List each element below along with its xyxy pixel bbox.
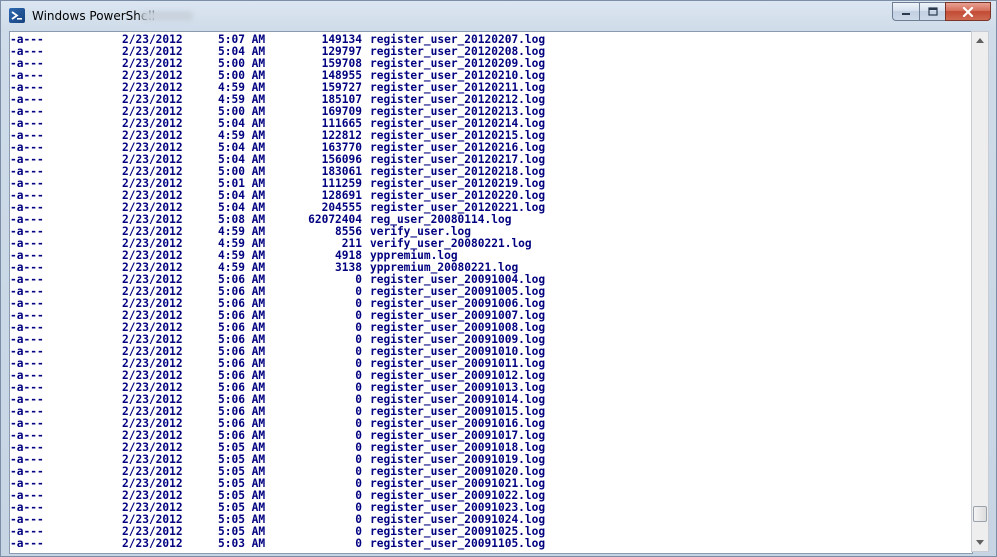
file-length: 0 <box>355 489 362 502</box>
file-length: 0 <box>355 525 362 538</box>
file-length: 0 <box>355 405 362 418</box>
scroll-down-button[interactable] <box>972 534 988 551</box>
arrow-down-icon <box>976 540 984 545</box>
file-length: 0 <box>355 441 362 454</box>
file-length: 0 <box>355 465 362 478</box>
powershell-window: Windows PowerShell -a---2/23/20125:07 <box>0 0 997 557</box>
caption-buttons <box>892 2 991 22</box>
vertical-scrollbar[interactable] <box>971 31 989 552</box>
file-length: 0 <box>355 309 362 322</box>
file-length: 0 <box>355 285 362 298</box>
file-length: 0 <box>355 297 362 310</box>
file-length: 0 <box>355 345 362 358</box>
file-length: 0 <box>355 393 362 406</box>
file-length: 0 <box>355 417 362 430</box>
minimize-icon <box>902 12 910 15</box>
file-date: 2/23/2012 <box>122 537 183 550</box>
minimize-button[interactable] <box>892 2 919 21</box>
maximize-button[interactable] <box>919 2 945 21</box>
file-length: 0 <box>355 501 362 514</box>
file-time: 5:03 AM <box>218 537 266 550</box>
file-length: 0 <box>355 453 362 466</box>
file-length: 0 <box>355 429 362 442</box>
file-length: 0 <box>355 321 362 334</box>
close-button[interactable] <box>945 2 991 21</box>
file-length: 0 <box>355 333 362 346</box>
console-output[interactable]: -a--- 2/23/2012 5:07 AM 149134 register_user… <box>9 31 973 554</box>
close-icon <box>962 6 974 17</box>
redacted-title-suffix <box>141 11 193 21</box>
powershell-icon[interactable] <box>9 8 25 23</box>
file-name: register_user_20091105.log <box>370 537 546 550</box>
file-length: 3138 <box>335 261 362 274</box>
arrow-up-icon <box>976 38 984 43</box>
file-length: 0 <box>355 273 362 286</box>
file-length: 0 <box>355 513 362 526</box>
maximize-icon <box>927 7 938 16</box>
file-length: 0 <box>355 369 362 382</box>
file-length: 0 <box>355 537 362 550</box>
file-length: 0 <box>355 357 362 370</box>
scrollbar-thumb[interactable] <box>973 506 987 522</box>
scroll-up-button[interactable] <box>972 32 988 49</box>
file-mode: -a--- <box>10 537 44 550</box>
file-length: 0 <box>355 477 362 490</box>
window-title: Windows PowerShell <box>32 9 155 23</box>
file-length: 0 <box>355 381 362 394</box>
title-bar[interactable]: Windows PowerShell <box>1 1 996 31</box>
